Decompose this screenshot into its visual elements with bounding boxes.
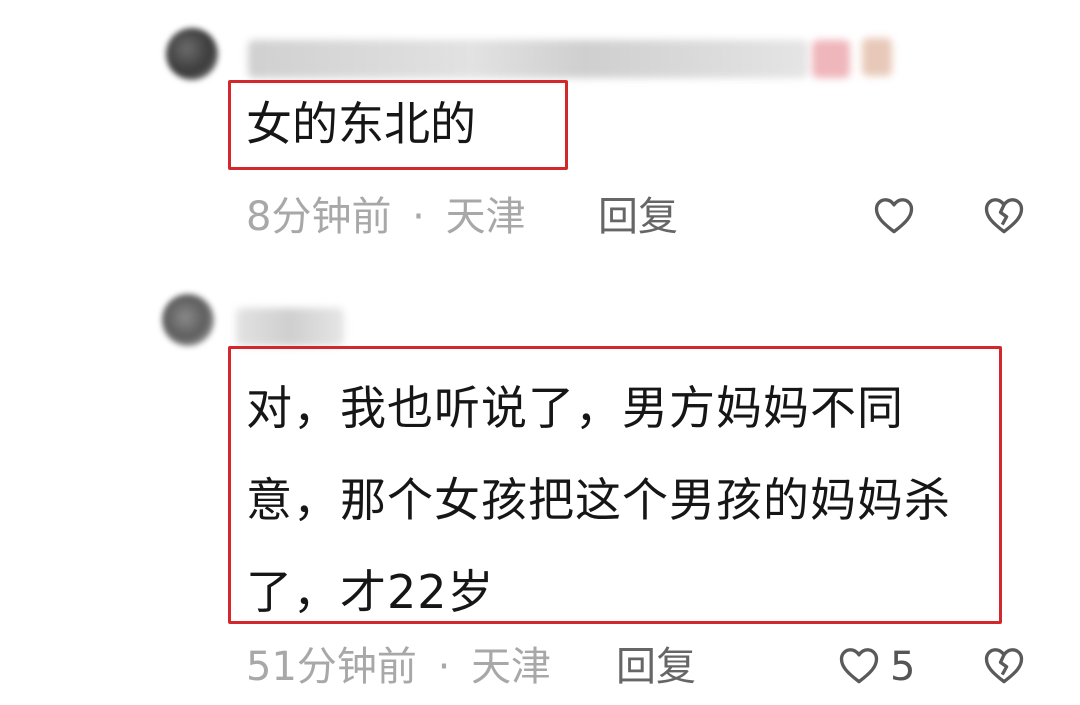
reply-button[interactable]: 回复: [598, 192, 678, 242]
username-blurred[interactable]: [248, 40, 808, 78]
comment-time: 8分钟前: [246, 194, 392, 240]
comment-location: 天津: [471, 644, 552, 690]
like-count: 5: [890, 644, 916, 690]
heart-outline-icon[interactable]: [838, 645, 880, 685]
broken-heart-icon[interactable]: [983, 195, 1025, 235]
reply-button[interactable]: 回复: [616, 642, 696, 692]
heart-outline-icon[interactable]: [873, 195, 915, 235]
username-blurred[interactable]: [236, 308, 344, 346]
comment-time: 51分钟前: [246, 644, 417, 690]
comment-text: 对，我也听说了，男方妈妈不同意，那个女孩把这个男孩的妈妈杀了，才22岁: [246, 381, 951, 619]
username-badge-blurred: [862, 38, 892, 76]
meta-separator: ·: [437, 644, 451, 690]
comment-location: 天津: [445, 194, 526, 240]
comment-meta: 51分钟前 · 天津: [246, 642, 551, 692]
comment-meta: 8分钟前 · 天津: [246, 192, 526, 242]
avatar[interactable]: [166, 28, 218, 80]
username-badge-blurred: [812, 40, 850, 78]
avatar[interactable]: [162, 294, 214, 346]
broken-heart-icon[interactable]: [983, 645, 1025, 685]
meta-separator: ·: [412, 194, 425, 240]
comment-text: 女的东北的: [246, 97, 476, 151]
